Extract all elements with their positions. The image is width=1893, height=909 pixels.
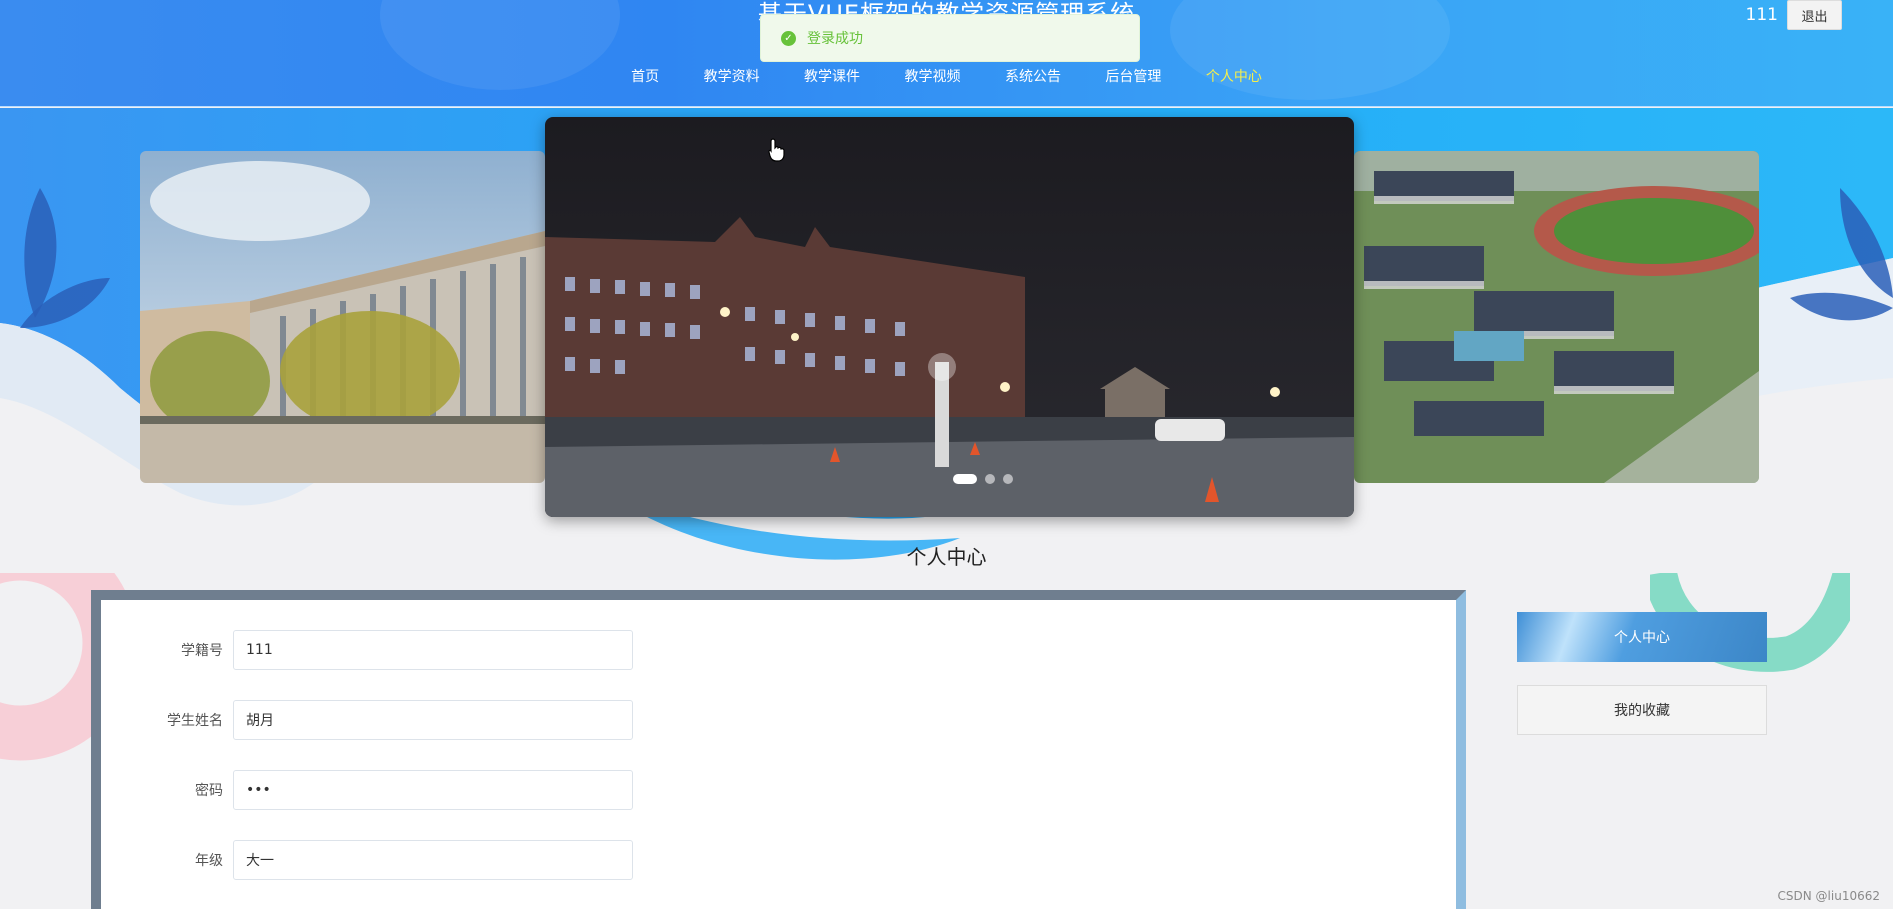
campus-aerial-image [1354, 151, 1759, 483]
nav-item-home[interactable]: 首页 [631, 66, 659, 86]
check-circle-icon: ✓ [781, 30, 796, 46]
password-label: 密码 [195, 783, 223, 799]
csdn-watermark: CSDN @liu10662 [1777, 889, 1880, 903]
nav-item-admin[interactable]: 后台管理 [1105, 66, 1161, 86]
carousel-indicators [953, 474, 1013, 484]
carousel-slide-left[interactable] [140, 151, 545, 483]
grade-input[interactable] [233, 840, 633, 880]
hand-cursor-icon [768, 138, 785, 162]
form-row-student-id: 学籍号 [101, 630, 633, 670]
nav-item-videos[interactable]: 教学视频 [905, 66, 961, 86]
student-id-input[interactable] [233, 630, 633, 670]
username-label: 111 [1745, 5, 1778, 25]
toast-message: 登录成功 [807, 31, 863, 47]
password-input[interactable] [233, 770, 633, 810]
form-row-password: 密码 [101, 770, 633, 810]
student-name-input[interactable] [233, 700, 633, 740]
sidebar-item-favorites[interactable]: 我的收藏 [1517, 685, 1767, 735]
campus-building-image [140, 151, 545, 483]
sidebar-item-profile[interactable]: 个人中心 [1517, 612, 1767, 662]
campus-night-image [545, 117, 1354, 517]
carousel-slide-active[interactable] [545, 117, 1354, 517]
carousel-slide-right[interactable] [1354, 151, 1759, 483]
nav-item-profile[interactable]: 个人中心 [1206, 66, 1262, 86]
form-row-grade: 年级 [101, 840, 633, 880]
nav-item-announcements[interactable]: 系统公告 [1005, 66, 1061, 86]
success-toast: ✓ 登录成功 [760, 14, 1140, 62]
leaf-decoration-icon [1790, 188, 1893, 321]
form-row-student-name: 学生姓名 [101, 700, 633, 740]
carousel-dot[interactable] [1003, 474, 1013, 484]
student-name-label: 学生姓名 [167, 713, 223, 729]
logout-button[interactable]: 退出 [1787, 0, 1842, 30]
carousel-dot[interactable] [985, 474, 995, 484]
main-nav: 首页 教学资料 教学课件 教学视频 系统公告 后台管理 个人中心 [0, 66, 1893, 86]
profile-form-panel: 学籍号 学生姓名 密码 年级 [91, 590, 1466, 909]
nav-item-courseware[interactable]: 教学课件 [804, 66, 860, 86]
section-title: 个人中心 [906, 545, 987, 569]
student-id-label: 学籍号 [181, 643, 223, 659]
leaf-decoration-icon [20, 188, 110, 328]
grade-label: 年级 [195, 853, 223, 869]
carousel-dot[interactable] [953, 474, 977, 484]
nav-item-materials[interactable]: 教学资料 [704, 66, 760, 86]
